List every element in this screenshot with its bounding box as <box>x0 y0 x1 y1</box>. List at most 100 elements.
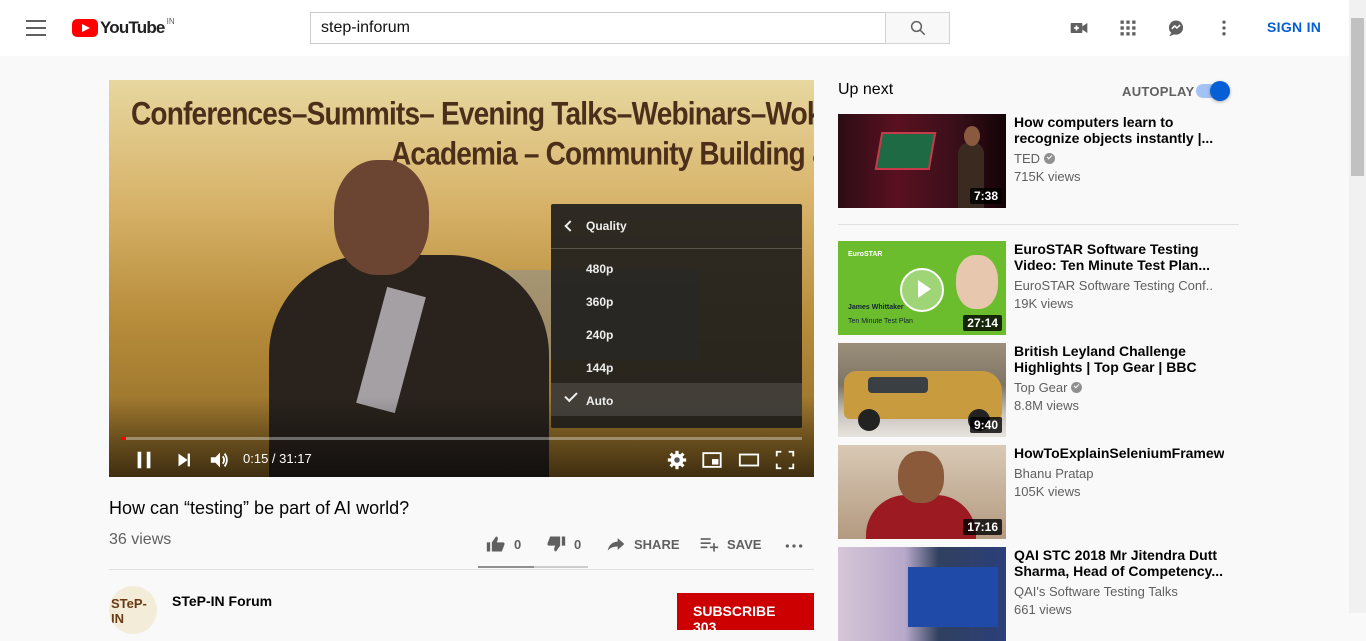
messages-icon[interactable] <box>1166 18 1186 38</box>
progress-played <box>121 437 127 440</box>
thumbnail-face <box>956 255 998 309</box>
thumbnail-screen <box>908 567 998 627</box>
verified-icon <box>1071 382 1083 393</box>
video-thumbnail[interactable]: 17:16 <box>838 445 1006 539</box>
recommendation-channel: Top Gear <box>1014 380 1214 395</box>
recommendation-views: 8.8M views <box>1014 398 1080 413</box>
apps-icon[interactable] <box>1118 18 1138 38</box>
chevron-left-icon <box>564 220 576 232</box>
more-vert-icon[interactable] <box>1214 18 1234 38</box>
save-label: SAVE <box>727 536 762 552</box>
logo-country: IN <box>166 17 175 26</box>
recommendation-item[interactable]: 9:40 British Leyland Challenge Highlight… <box>838 343 1238 437</box>
quality-option-auto[interactable]: Auto <box>551 383 802 416</box>
playlist-add-icon <box>700 538 719 552</box>
thumbnail-screen <box>874 132 937 170</box>
play-triangle <box>918 280 931 298</box>
quality-option-240p[interactable]: 240p <box>551 317 802 350</box>
quality-option-480p[interactable]: 480p <box>551 251 802 284</box>
autoplay-toggle-thumb[interactable] <box>1210 81 1230 101</box>
quality-option-360p[interactable]: 360p <box>551 284 802 317</box>
thumbnail-caption: Ten Minute Test Plan <box>848 318 913 325</box>
miniplayer-icon[interactable] <box>701 449 723 471</box>
more-horiz-icon[interactable] <box>783 536 805 556</box>
recommendation-title[interactable]: HowToExplainSeleniumFramewo <box>1014 445 1224 461</box>
create-video-icon[interactable] <box>1069 18 1089 38</box>
recommendation-title[interactable]: EuroSTAR Software Testing Video: Ten Min… <box>1014 241 1224 273</box>
up-next-heading: Up next <box>838 81 894 98</box>
thumbs-up-icon <box>486 536 505 552</box>
thumbnail-face <box>898 451 944 503</box>
sentiment-bar <box>478 566 588 568</box>
youtube-logo[interactable]: YouTube IN <box>72 17 175 39</box>
thumbnail-speaker-head <box>964 126 980 146</box>
recommendation-views: 19K views <box>1014 296 1074 311</box>
video-thumbnail[interactable]: 9:40 <box>838 343 1006 437</box>
youtube-play-icon <box>72 19 98 37</box>
video-banner-line1: Conferences–Summits– Evening Talks–Webin… <box>131 95 814 132</box>
recommendation-channel: EuroSTAR Software Testing Conf... <box>1014 278 1214 293</box>
fullscreen-icon[interactable] <box>774 449 796 471</box>
recommendation-views: 661 views <box>1014 602 1072 617</box>
video-thumbnail[interactable]: EuroSTAR James Whittaker Ten Minute Test… <box>838 241 1006 335</box>
thumbnail-wheel <box>858 409 880 431</box>
channel-avatar-text: STeP-IN <box>111 596 147 626</box>
recommendation-views: 105K views <box>1014 484 1081 499</box>
thumbnail-car-window <box>868 377 928 393</box>
duration-badge: 9:40 <box>969 417 1002 433</box>
view-count: 36 views <box>109 531 172 548</box>
recommendation-item[interactable]: 17:16 HowToExplainSeleniumFramewo Bhanu … <box>838 445 1238 539</box>
masthead: YouTube IN step-inforum SIGN IN <box>0 0 1349 56</box>
channel-avatar[interactable]: STeP-IN <box>109 586 157 634</box>
recommendation-channel: TED <box>1014 151 1214 166</box>
recommendation-title[interactable]: British Leyland Challenge Highlights | T… <box>1014 343 1224 375</box>
share-icon <box>607 538 625 551</box>
dislike-button[interactable]: 0 <box>546 534 581 554</box>
theater-mode-icon[interactable] <box>737 449 761 471</box>
dislike-count: 0 <box>574 536 582 552</box>
time-display: 0:15 / 31:17 <box>243 451 312 466</box>
video-thumbnail[interactable] <box>838 547 1006 641</box>
divider <box>109 569 814 570</box>
verified-icon <box>1044 153 1055 164</box>
video-speaker-head <box>334 160 429 275</box>
recommendation-channel: QAI's Software Testing Talks <box>1014 584 1178 599</box>
like-count: 0 <box>514 536 522 552</box>
video-player[interactable]: Conferences–Summits– Evening Talks–Webin… <box>109 80 814 477</box>
video-title: How can “testing” be part of AI world? <box>109 498 410 518</box>
subscribe-button[interactable]: SUBSCRIBE 303 <box>677 593 814 635</box>
recommendation-item[interactable]: EuroSTAR James Whittaker Ten Minute Test… <box>838 241 1238 335</box>
volume-icon[interactable] <box>208 449 232 471</box>
quality-option-144p[interactable]: 144p <box>551 350 802 383</box>
search-input[interactable]: step-inforum <box>310 12 886 44</box>
divider <box>838 224 1239 225</box>
save-button[interactable]: SAVE <box>699 534 761 554</box>
video-thumbnail[interactable]: 7:38 <box>838 114 1006 208</box>
recommendation-title[interactable]: How computers learn to recognize objects… <box>1014 114 1224 146</box>
thumbs-down-icon <box>547 536 566 552</box>
next-icon[interactable] <box>173 449 195 471</box>
settings-icon[interactable] <box>666 449 688 471</box>
menu-icon[interactable] <box>26 20 46 36</box>
video-banner-line2: Academia – Community Building & Eng <box>391 135 814 172</box>
recommendation-title[interactable]: QAI STC 2018 Mr Jitendra Dutt Sharma, He… <box>1014 547 1224 579</box>
scrollbar-thumb[interactable] <box>1351 18 1364 176</box>
autoplay-label: AUTOPLAY <box>1122 84 1195 99</box>
recommendation-channel: Bhanu Pratap <box>1014 466 1094 481</box>
recommendation-item[interactable]: QAI STC 2018 Mr Jitendra Dutt Sharma, He… <box>838 547 1238 641</box>
thumbnail-brand: EuroSTAR <box>848 251 883 258</box>
thumbnail-name: James Whittaker <box>848 304 904 311</box>
channel-name[interactable]: STeP-IN Forum <box>172 593 272 609</box>
share-label: SHARE <box>634 536 680 552</box>
search-icon <box>910 20 926 36</box>
pause-icon[interactable] <box>133 449 155 471</box>
search-button[interactable] <box>885 12 950 44</box>
progress-bar[interactable] <box>121 437 802 440</box>
recommendation-item[interactable]: 7:38 How computers learn to recognize ob… <box>838 114 1238 208</box>
duration-badge: 17:16 <box>963 519 1002 535</box>
like-button[interactable]: 0 <box>486 534 521 554</box>
quality-menu-title: Quality <box>586 219 627 233</box>
share-button[interactable]: SHARE <box>606 534 680 554</box>
sign-in-button[interactable]: SIGN IN <box>1255 19 1333 35</box>
quality-menu-header[interactable]: Quality <box>551 204 802 249</box>
